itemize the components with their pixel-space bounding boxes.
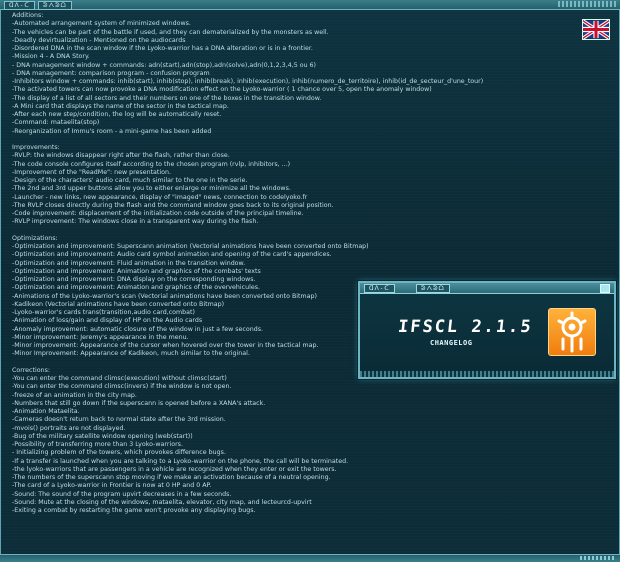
changelog-line: -RVLP improvement: The windows close in … <box>12 218 259 226</box>
changelog-line: -Sound: Mute at the closing of the windo… <box>12 498 312 506</box>
changelog-line: -After each new step/condition, the log … <box>12 111 222 118</box>
changelog-line: -The activated towers can now provoke a … <box>12 86 432 94</box>
changelog-line: -Sound: The sound of the program upvirt … <box>12 490 232 498</box>
panel-title: IFSCL 2.1.5 <box>396 317 534 337</box>
uk-flag-icon[interactable] <box>582 19 610 40</box>
panel-close-button[interactable] <box>600 284 610 293</box>
changelog-line: -Reorganization of Immu's room - a mini-… <box>12 127 212 135</box>
changelog-line: -The card of a Lyoko-warrior in Frontier… <box>12 482 212 490</box>
changelog-line: -The numbers of the superscann stop movi… <box>12 474 331 481</box>
panel-tag-left: ᗡᐱ-ᑕ <box>364 284 395 293</box>
changelog-line: -mvois() portraits are not displayed. <box>12 424 126 432</box>
changelog-line: -RVLP: the windows disappear right after… <box>12 152 230 160</box>
window-top-bar: ᗡᐱ-ᑕ ᕲᐱᕲᗝ <box>0 0 620 10</box>
changelog-line: -Command: mataelita(stop) <box>12 119 100 127</box>
changelog-line: -You can enter the command climsc(invers… <box>12 383 232 391</box>
changelog-line: -Numbers that still go down if the super… <box>12 399 266 407</box>
changelog-line: -Improvement of the "ReadMe": new presen… <box>12 168 171 176</box>
changelog-line: -If a transfer is launched when you are … <box>12 457 349 465</box>
changelog-section: Corrections: -You can enter the command c… <box>12 367 582 516</box>
changelog-line: -Disordered DNA in the scan window if th… <box>12 45 313 52</box>
changelog-line: -Optimization and improvement: Fluid ani… <box>12 259 246 267</box>
changelog-line: -Optimization and improvement: Superscan… <box>12 243 369 250</box>
section-heading: Optimizations: <box>12 234 58 242</box>
changelog-line: -Bug of the military satellite window op… <box>12 432 193 440</box>
window-tag-right: ᕲᐱᕲᗝ <box>38 1 72 10</box>
window-bottom-bar <box>0 554 620 562</box>
changelog-line: -The vehicles can be part of the battle … <box>12 28 329 36</box>
changelog-line: -Possibility of transferring more than 3… <box>12 441 183 448</box>
changelog-line: -Design of the characters' audio card, m… <box>12 177 248 184</box>
section-heading: Improvements: <box>12 144 60 151</box>
changelog-line: -Exiting a combat by restarting the game… <box>12 507 256 514</box>
changelog-line: -The code console configures itself acco… <box>12 160 291 168</box>
changelog-line: -Code improvement: displacement of the i… <box>12 210 304 217</box>
changelog-line: -Optimization and improvement: Animation… <box>12 267 261 275</box>
panel-top-bar: ᗡᐱ-ᑕ ᕲᐱᕲᗝ <box>360 283 614 294</box>
panel-tag-right: ᕲᐱᕲᗝ <box>416 284 450 293</box>
changelog-section: Improvements: -RVLP: the windows disappea… <box>12 144 582 227</box>
changelog-line: -freeze of an animation in the city map. <box>12 391 137 399</box>
section-heading: Additions: <box>12 12 44 19</box>
changelog-text: Additions: -Automated arrangement system … <box>12 12 582 515</box>
changelog-line: - Initializing problem of the towers, wh… <box>12 449 226 457</box>
changelog-line: -Inhibitors window + commands: inhib(sta… <box>12 78 484 85</box>
changelog-line: - DNA management: comparison program - c… <box>12 69 210 77</box>
changelog-line: -Launcher - new links, new appearance, d… <box>12 193 308 201</box>
changelog-line: -Cameras doesn't return back to normal s… <box>12 416 226 424</box>
changelog-line: -The 2nd and 3rd upper buttons allow you… <box>12 185 291 193</box>
changelog-line: -A Mini card that displays the name of t… <box>12 102 229 110</box>
changelog-line: -the lyoko-warriors that are passengers … <box>12 465 337 473</box>
bottom-bar-stripes <box>580 556 616 560</box>
changelog-line: -The RVLP closes directly during the fla… <box>12 201 334 209</box>
changelog-section: Additions: -Automated arrangement system … <box>12 12 582 136</box>
changelog-line: -Deadly devirtualization - Mentioned on … <box>12 36 186 44</box>
changelog-line: -Mission 4 - A DNA Story. <box>12 53 90 61</box>
window-tag-left: ᗡᐱ-ᑕ <box>4 1 35 10</box>
panel-subtitle: CHANGELOG <box>430 339 473 347</box>
lyoko-eye-logo-icon <box>548 308 596 356</box>
changelog-line: -Automated arrangement system of minimiz… <box>12 20 191 28</box>
changelog-line: -Animation Mataelita. <box>12 408 80 415</box>
panel-bottom-stripes <box>360 371 614 377</box>
top-bar-stripes <box>558 1 616 7</box>
changelog-line: -The display of a list of all sectors an… <box>12 94 322 102</box>
version-panel: ᗡᐱ-ᑕ ᕲᐱᕲᗝ IFSCL 2.1.5 CHANGELOG <box>358 281 616 379</box>
changelog-line: -Optimization and improvement: Audio car… <box>12 251 332 259</box>
changelog-line: - DNA management window + commands: adn(… <box>12 61 317 69</box>
